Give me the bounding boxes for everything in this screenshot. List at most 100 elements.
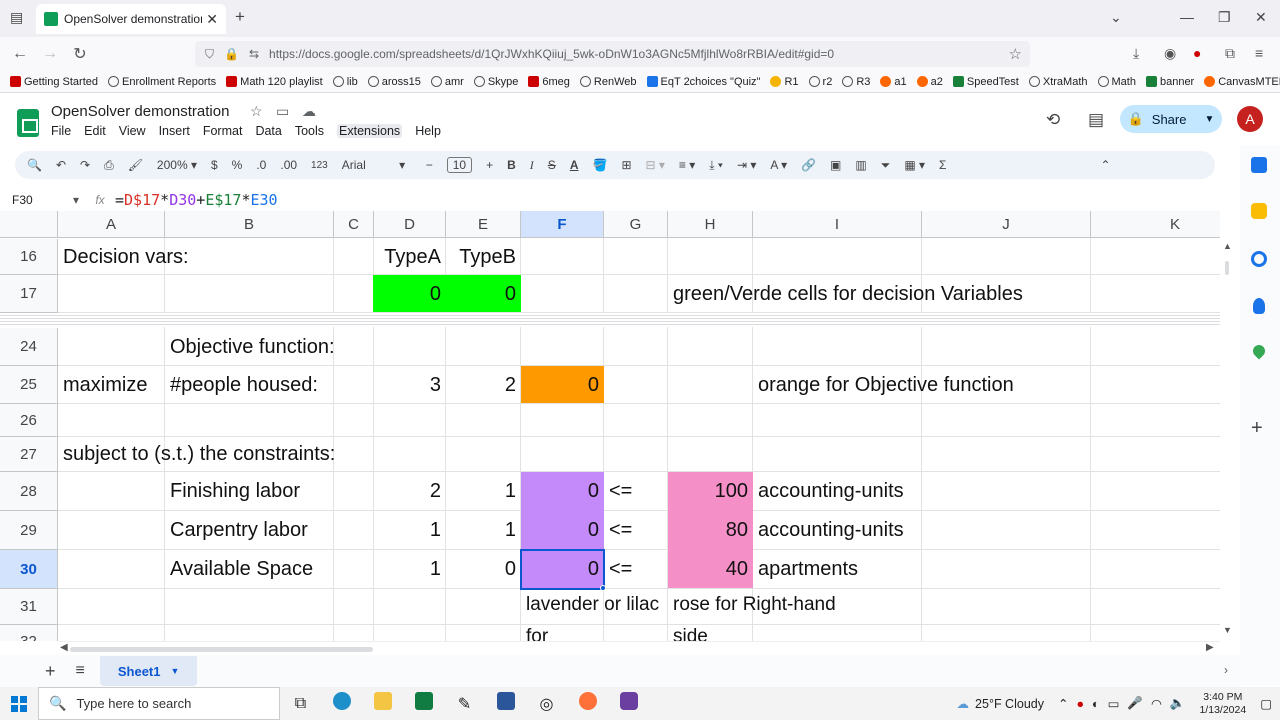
cell-d30[interactable]: 1: [374, 550, 446, 589]
column-header[interactable]: E: [446, 211, 521, 238]
cell-b30[interactable]: Available Space: [165, 550, 318, 589]
cell-i28[interactable]: accounting-units: [753, 472, 909, 511]
explore-chevron-icon[interactable]: ›: [1224, 663, 1228, 677]
task-view-icon[interactable]: ⧉: [280, 695, 321, 713]
cell-b25[interactable]: #people housed:: [165, 366, 323, 404]
new-tab-icon[interactable]: +: [235, 7, 245, 27]
meet-icon[interactable]: ◐: [1092, 697, 1100, 711]
bookmark-item[interactable]: a1: [880, 76, 907, 88]
column-header[interactable]: G: [604, 211, 668, 238]
cell-h30[interactable]: 40: [668, 550, 753, 589]
column-header[interactable]: A: [58, 211, 165, 238]
menu-insert[interactable]: Insert: [159, 124, 190, 138]
maps-icon[interactable]: [1250, 342, 1268, 360]
fill-handle[interactable]: [600, 585, 606, 591]
cell-f28[interactable]: 0: [521, 472, 604, 511]
bookmark-item[interactable]: R1: [770, 76, 799, 88]
cell-e17[interactable]: 0: [446, 275, 521, 313]
taskbar-search[interactable]: 🔍 Type here to search: [38, 687, 280, 720]
notifications-icon[interactable]: ▢: [1260, 696, 1272, 711]
cell-b28[interactable]: Finishing labor: [165, 472, 305, 511]
menu-help[interactable]: Help: [415, 124, 441, 138]
merge-cells-icon[interactable]: ⊟ ▾: [646, 158, 665, 172]
version-history-icon[interactable]: ⟲: [1046, 110, 1060, 130]
extensions-icon[interactable]: ⧉: [1225, 45, 1235, 62]
cell-e28[interactable]: 1: [446, 472, 521, 511]
cell-a16[interactable]: Decision vars:: [58, 239, 194, 275]
tray-chevron-icon[interactable]: ⌃: [1058, 696, 1068, 711]
font-select[interactable]: Arial ▾: [342, 158, 412, 172]
chevron-down-icon[interactable]: ▼: [1204, 114, 1214, 125]
firefox-icon[interactable]: [567, 692, 608, 715]
select-all-corner[interactable]: [0, 211, 58, 238]
paint-format-icon[interactable]: 🖌: [128, 158, 143, 172]
sheets-logo-icon[interactable]: [17, 109, 39, 137]
cell-h28[interactable]: 100: [668, 472, 753, 511]
document-title[interactable]: OpenSolver demonstration: [51, 103, 229, 120]
volume-icon[interactable]: 🔈: [1170, 696, 1186, 711]
bookmark-item[interactable]: CanvasMTEP: [1204, 76, 1280, 88]
decrease-decimal-button[interactable]: .0: [256, 158, 266, 172]
insert-link-icon[interactable]: 🔗: [801, 158, 816, 172]
font-size-decrease-button[interactable]: −: [426, 158, 433, 172]
cell-h17[interactable]: green/Verde cells for decision Variables: [668, 275, 1028, 313]
cell-b29[interactable]: Carpentry labor: [165, 511, 313, 550]
shield-icon[interactable]: ⛉: [205, 47, 214, 62]
row-header[interactable]: 25: [0, 366, 58, 404]
close-tab-icon[interactable]: ✕: [206, 11, 218, 28]
currency-button[interactable]: $: [211, 158, 218, 172]
scroll-right-icon[interactable]: ▶: [1206, 642, 1214, 653]
vertical-align-icon[interactable]: ⤓ ▾: [709, 158, 723, 173]
chevron-down-icon[interactable]: ▼: [171, 666, 180, 676]
add-sheet-icon[interactable]: +: [45, 661, 56, 682]
back-icon[interactable]: ←: [5, 45, 35, 63]
download-icon[interactable]: ⤓: [1133, 45, 1139, 62]
bookmark-item[interactable]: r2: [808, 76, 832, 88]
font-size-increase-button[interactable]: +: [486, 158, 493, 172]
cell-b24[interactable]: Objective function:: [165, 328, 340, 366]
spreadsheet-grid[interactable]: A B C D E F G H I J K 16 17 24 25 26 27 …: [0, 211, 1220, 641]
bookmark-item[interactable]: EqT 2choices "Quiz": [646, 76, 760, 88]
forward-icon[interactable]: →: [35, 45, 65, 63]
cell-i25[interactable]: orange for Objective function: [753, 366, 1019, 404]
bookmark-item[interactable]: SpeedTest: [952, 76, 1019, 88]
bookmark-item[interactable]: Getting Started: [10, 76, 98, 88]
bookmark-item[interactable]: Skype: [473, 76, 518, 88]
row-header[interactable]: 16: [0, 239, 58, 275]
star-icon[interactable]: ☆: [250, 103, 263, 120]
increase-decimal-button[interactable]: .00: [280, 158, 297, 172]
menu-edit[interactable]: Edit: [84, 124, 106, 138]
all-sheets-icon[interactable]: ≡: [76, 662, 85, 680]
bookmark-item[interactable]: 6meg: [528, 76, 570, 88]
restore-icon[interactable]: ❐: [1218, 9, 1231, 26]
move-folder-icon[interactable]: ▭: [276, 103, 289, 120]
cell-e16[interactable]: TypeB: [446, 239, 521, 275]
close-window-icon[interactable]: ✕: [1255, 9, 1267, 26]
chrome-icon[interactable]: ◎: [526, 694, 567, 714]
bookmark-item[interactable]: a2: [916, 76, 943, 88]
column-header[interactable]: I: [753, 211, 922, 238]
hidden-rows-divider[interactable]: [0, 313, 1220, 327]
menu-icon[interactable]: ≡: [1255, 45, 1263, 61]
microphone-icon[interactable]: 🎤: [1127, 696, 1143, 711]
bold-button[interactable]: B: [507, 158, 516, 172]
star-icon[interactable]: ☆: [1009, 45, 1022, 63]
cell-d29[interactable]: 1: [374, 511, 446, 550]
vertical-scrollbar[interactable]: ▲ ▼: [1220, 211, 1234, 641]
tray-app-icon[interactable]: ●: [1076, 697, 1084, 711]
bookmark-item[interactable]: Math: [1097, 76, 1136, 88]
cell-g28[interactable]: <=: [604, 472, 637, 511]
bookmark-item[interactable]: Enrollment Reports: [108, 76, 216, 88]
clock[interactable]: 3:40 PM 1/13/2024: [1199, 691, 1246, 717]
row-header[interactable]: 30: [0, 550, 58, 589]
excel-icon[interactable]: [403, 692, 444, 715]
cell-i30[interactable]: apartments: [753, 550, 863, 589]
scroll-up-icon[interactable]: ▲: [1223, 241, 1232, 251]
cell-d17[interactable]: 0: [374, 275, 446, 313]
menu-view[interactable]: View: [119, 124, 146, 138]
battery-icon[interactable]: ▭: [1108, 696, 1120, 711]
horizontal-align-icon[interactable]: ≡ ▾: [679, 158, 695, 172]
menu-extensions[interactable]: Extensions: [337, 124, 403, 138]
get-addons-icon[interactable]: +: [1251, 417, 1263, 440]
insert-comment-icon[interactable]: ▣: [830, 158, 841, 172]
